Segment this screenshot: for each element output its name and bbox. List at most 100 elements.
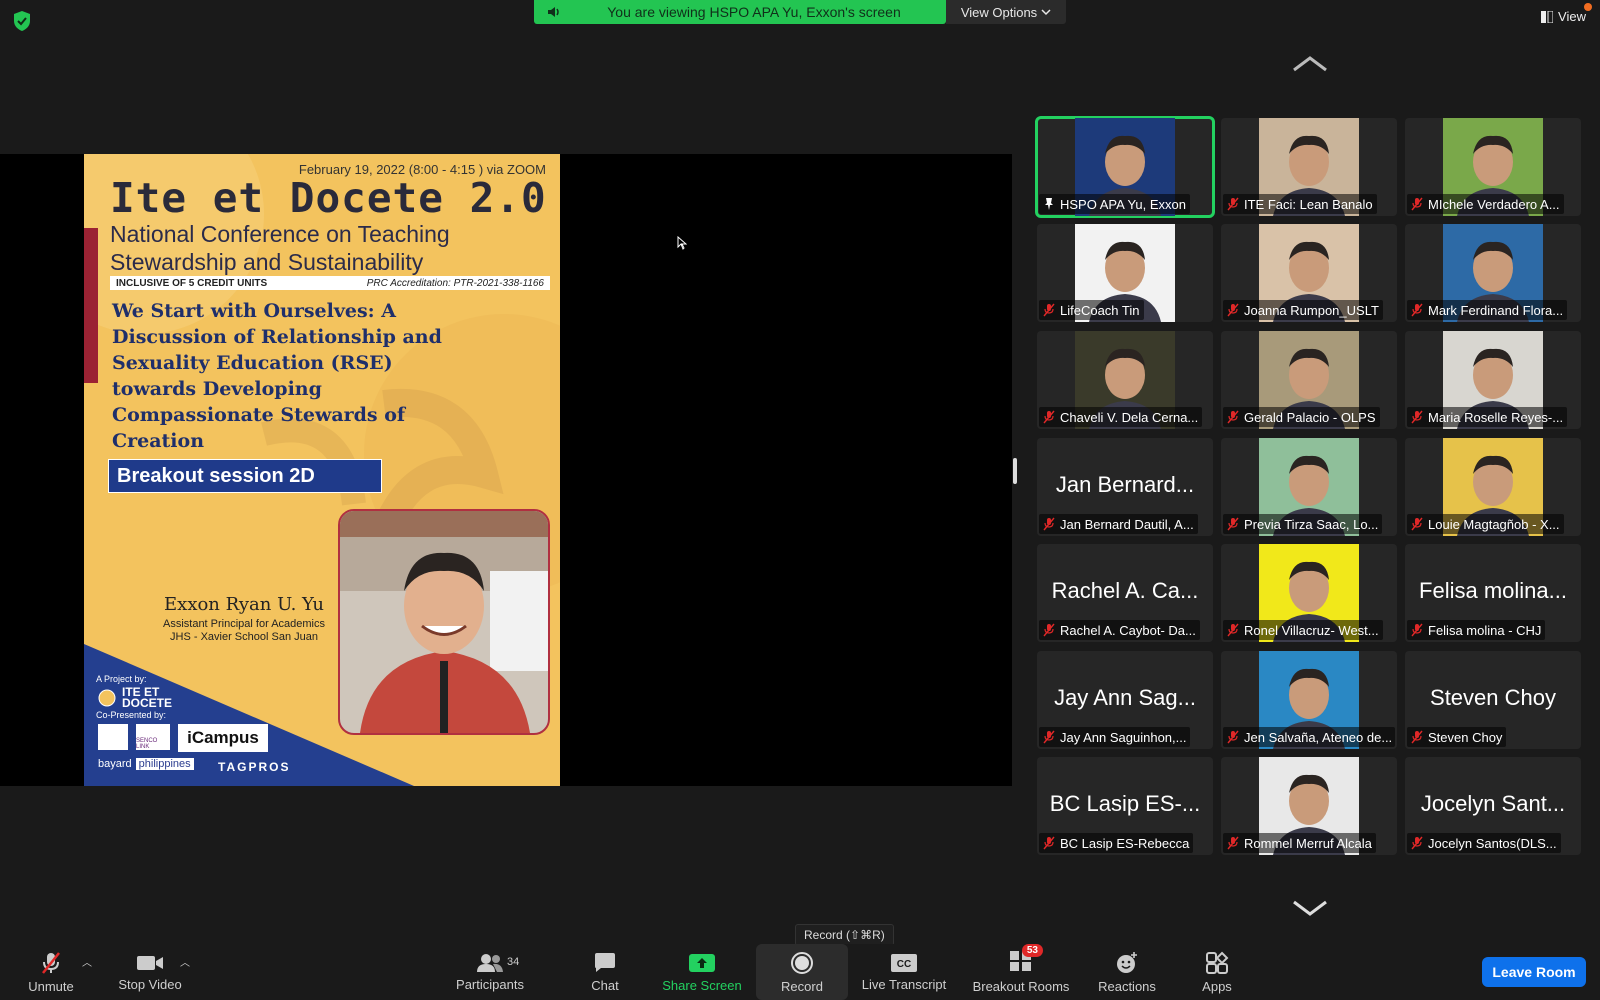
participant-name: Joanna Rumpon_USLT — [1244, 302, 1379, 318]
co-presented-label: Co-Presented by: — [96, 710, 167, 720]
chat-button[interactable]: Chat — [580, 944, 630, 1000]
participant-tile[interactable]: Jen Salvaña, Ateneo de... — [1221, 651, 1397, 749]
live-transcript-label: Live Transcript — [861, 976, 947, 992]
notification-dot — [1584, 3, 1592, 11]
participant-tile[interactable]: Jan Bernard... Jan Bernard Dautil, A... — [1037, 438, 1213, 536]
share-screen-button[interactable]: Share Screen — [656, 944, 748, 1000]
participant-name-bar: MIchele Verdadero A... — [1407, 194, 1564, 214]
muted-mic-icon — [1043, 410, 1055, 424]
participant-tile[interactable]: Ronel Villacruz- West... — [1221, 544, 1397, 642]
share-screen-icon — [689, 953, 715, 972]
participant-name-bar: LifeCoach Tin — [1039, 300, 1144, 320]
participant-tile[interactable]: Gerald Palacio - OLPS — [1221, 331, 1397, 429]
participant-name-bar: Maria Roselle Reyes-... — [1407, 407, 1568, 427]
participant-tile[interactable]: ITE Faci: Lean Banalo — [1221, 118, 1397, 216]
stop-video-label: Stop Video — [118, 976, 182, 992]
participant-name-bar: Previa Tirza Saac, Lo... — [1223, 514, 1383, 534]
participant-name: Rommel Merruf Alcala — [1244, 835, 1372, 851]
participant-name: Felisa molina - CHJ — [1428, 622, 1542, 638]
breakout-rooms-button[interactable]: 53 Breakout Rooms — [966, 944, 1076, 1000]
participant-tile[interactable]: Jocelyn Sant... Jocelyn Santos(DLS... — [1405, 757, 1581, 855]
muted-mic-icon — [1043, 303, 1055, 317]
svg-text:CC: CC — [897, 959, 911, 970]
chevron-up-icon[interactable] — [1290, 54, 1330, 74]
philippines-text: philippines — [135, 758, 194, 770]
participant-tile[interactable]: BC Lasip ES-... BC Lasip ES-Rebecca — [1037, 757, 1213, 855]
stop-video-button[interactable]: Stop Video — [110, 944, 190, 1000]
participant-tile[interactable]: HSPO APA Yu, Exxon — [1035, 116, 1215, 218]
apps-label: Apps — [1202, 978, 1232, 994]
chat-bubble-icon — [595, 952, 615, 972]
participant-tile[interactable]: Rommel Merruf Alcala — [1221, 757, 1397, 855]
participant-name-bar: Jay Ann Saguinhon,... — [1039, 727, 1191, 747]
pin-icon — [1045, 198, 1053, 210]
participant-tile[interactable]: Joanna Rumpon_USLT — [1221, 224, 1397, 322]
closed-caption-icon: CC — [891, 953, 917, 972]
participant-name-bar: Chaveli V. Dela Cerna... — [1039, 407, 1203, 427]
view-options-button[interactable]: View Options — [946, 0, 1066, 24]
muted-mic-icon — [1411, 303, 1423, 317]
screen-share-banner: You are viewing HSPO APA Yu, Exxon's scr… — [534, 0, 946, 24]
participant-tile[interactable]: Steven Choy Steven Choy — [1405, 651, 1581, 749]
muted-mic-icon — [1043, 836, 1055, 850]
unmute-button[interactable]: Unmute — [24, 944, 78, 1000]
speaker-role-line-2: JHS - Xavier School San Juan — [170, 631, 318, 643]
participant-name: Gerald Palacio - OLPS — [1244, 409, 1376, 425]
chevron-down-icon[interactable] — [1290, 898, 1330, 918]
participant-tile[interactable]: Previa Tirza Saac, Lo... — [1221, 438, 1397, 536]
view-options-label: View Options — [960, 4, 1038, 20]
panel-resize-handle[interactable] — [1013, 458, 1017, 484]
participant-name-bar: Gerald Palacio - OLPS — [1223, 407, 1380, 427]
participant-tile[interactable]: Jay Ann Sag... Jay Ann Saguinhon,... — [1037, 651, 1213, 749]
record-label: Record — [781, 978, 823, 994]
bayard-text: bayard — [98, 758, 132, 770]
live-transcript-button[interactable]: CC Live Transcript — [856, 944, 952, 1000]
participant-tile[interactable]: Chaveli V. Dela Cerna... — [1037, 331, 1213, 429]
participants-button[interactable]: Participants — [450, 944, 530, 1000]
participant-tile[interactable]: Mark Ferdinand Flora... — [1405, 224, 1581, 322]
encryption-shield-icon[interactable] — [12, 10, 32, 32]
muted-mic-icon — [1411, 730, 1423, 744]
project-by-label: A Project by: — [96, 674, 147, 684]
shared-poster: February 19, 2022 (8:00 - 4:15 ) via ZOO… — [84, 154, 560, 786]
participant-name-bar: Steven Choy — [1407, 727, 1507, 747]
apps-button[interactable]: Apps — [1190, 944, 1244, 1000]
speaker-role-line-1: Assistant Principal for Academics — [162, 618, 325, 630]
record-button[interactable]: Record — [756, 944, 848, 1000]
muted-mic-icon — [1227, 730, 1239, 744]
audio-options-caret[interactable]: ︿ — [82, 954, 92, 969]
muted-mic-icon — [1227, 410, 1239, 424]
muted-mic-icon — [1043, 517, 1055, 531]
participant-name-bar: Ronel Villacruz- West... — [1223, 620, 1383, 640]
sponsor-logo-senco: SENCO LINK — [136, 724, 170, 750]
muted-mic-icon — [1411, 197, 1423, 211]
leave-room-button[interactable]: Leave Room — [1482, 957, 1586, 987]
participant-name-bar: Rommel Merruf Alcala — [1223, 833, 1376, 853]
muted-mic-icon — [1043, 730, 1055, 744]
participant-name: Louie Magtagñob - X... — [1428, 516, 1560, 532]
participant-tile[interactable]: LifeCoach Tin — [1037, 224, 1213, 322]
muted-mic-icon — [1227, 303, 1239, 317]
participant-name-bar: HSPO APA Yu, Exxon — [1039, 194, 1190, 214]
participant-name: ITE Faci: Lean Banalo — [1244, 196, 1373, 212]
view-button[interactable]: View — [1541, 3, 1592, 24]
sponsor-logo-icampus: iCampus — [178, 724, 268, 752]
participant-tile[interactable]: Rachel A. Ca... Rachel A. Caybot- Da... — [1037, 544, 1213, 642]
speaker-role: Assistant Principal for Academics JHS - … — [124, 618, 364, 644]
participant-tile[interactable]: Louie Magtagñob - X... — [1405, 438, 1581, 536]
participant-tile[interactable]: MIchele Verdadero A... — [1405, 118, 1581, 216]
participant-tile[interactable]: Maria Roselle Reyes-... — [1405, 331, 1581, 429]
participant-name: Chaveli V. Dela Cerna... — [1060, 409, 1199, 425]
participant-display-name: Jan Bernard... — [1055, 472, 1195, 497]
participant-tile[interactable]: Felisa molina... Felisa molina - CHJ — [1405, 544, 1581, 642]
record-tooltip: Record (⇧⌘R) — [795, 924, 894, 946]
video-options-caret[interactable]: ︿ — [180, 954, 190, 969]
sponsor-logo-tagpros: TAGPROS — [218, 760, 291, 774]
reactions-button[interactable]: Reactions — [1090, 944, 1164, 1000]
participant-name-bar: Jocelyn Santos(DLS... — [1407, 833, 1561, 853]
participant-name-bar: ITE Faci: Lean Banalo — [1223, 194, 1377, 214]
muted-mic-icon — [1411, 836, 1423, 850]
muted-mic-icon — [1411, 410, 1423, 424]
muted-mic-icon — [1227, 197, 1239, 211]
muted-mic-icon — [1411, 517, 1423, 531]
